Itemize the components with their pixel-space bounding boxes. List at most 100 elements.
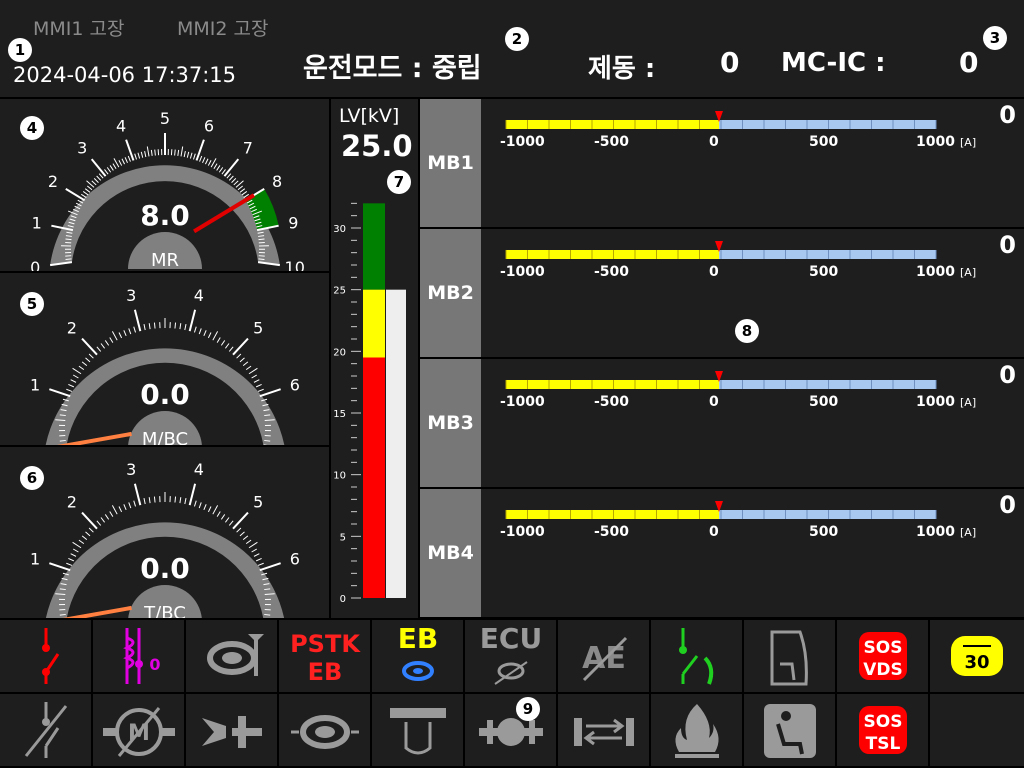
gauge-tick xyxy=(242,361,249,367)
gauge-tick xyxy=(65,258,72,261)
button-ae[interactable]: AE xyxy=(558,620,649,692)
button-text: 0 xyxy=(149,655,160,674)
gauge-tick xyxy=(224,517,230,523)
mb-scale-label: 1000 xyxy=(916,524,955,540)
gauge-tick-label: 9 xyxy=(288,214,298,233)
gauge-tick-label: 2 xyxy=(48,172,58,191)
gauge-tick-label: 4 xyxy=(116,117,126,136)
gauge-tick xyxy=(153,496,156,503)
gauge-tick xyxy=(216,511,221,517)
gauge-tick-label: 1 xyxy=(32,214,42,233)
mb-scale-label: -1000 xyxy=(500,524,545,540)
button-disconnect-icon[interactable] xyxy=(0,694,91,766)
button-speed-limit[interactable]: 30 xyxy=(930,620,1024,692)
button-switch-green-icon[interactable] xyxy=(651,620,742,692)
button-cab-icon[interactable] xyxy=(744,620,835,692)
gauge-tick xyxy=(137,152,141,159)
gauge-tick xyxy=(81,337,98,356)
motor-icon: M xyxy=(102,707,175,757)
button-eb[interactable]: EB xyxy=(372,620,463,692)
button-text: EB xyxy=(397,624,437,655)
mb-label: MB1 xyxy=(420,99,481,227)
gauge-tick xyxy=(198,328,202,335)
gauge-tick xyxy=(198,502,202,509)
button-fire-icon[interactable] xyxy=(651,694,742,766)
gauge-tick xyxy=(111,505,118,515)
gauge-tick xyxy=(87,185,93,191)
gauge-tick xyxy=(68,557,75,562)
mb-pos-bar xyxy=(719,510,936,519)
gauge-tick xyxy=(91,180,97,186)
mb-scale-label: 1000 xyxy=(916,134,955,150)
gauge-tick xyxy=(70,379,77,383)
gauge-tick xyxy=(153,322,156,329)
mb-unit: [A] xyxy=(960,266,977,279)
gauge-tick xyxy=(236,527,242,533)
gauge-tick xyxy=(84,188,91,193)
gauge-value: 8.0 xyxy=(140,199,190,232)
gauge-tick xyxy=(66,388,73,392)
gauge-tick xyxy=(93,178,99,183)
mb-scale-label: 0 xyxy=(709,134,719,150)
button-pantograph-icon[interactable] xyxy=(0,620,91,692)
button-pstk-eb[interactable]: PSTK EB xyxy=(279,620,370,692)
gauge-tick xyxy=(85,531,91,537)
gauge-tick xyxy=(90,158,107,177)
mb-scale-label: 0 xyxy=(709,394,719,410)
gauge-tick xyxy=(112,163,117,169)
gauge-tick xyxy=(221,169,226,175)
lv-scale-label: 0 xyxy=(340,594,346,605)
gauge-tick xyxy=(232,511,249,530)
button-vcb-icon[interactable]: 0 xyxy=(93,620,184,692)
gauge-tick-label: 6 xyxy=(290,375,300,394)
marker-3: 3 xyxy=(983,26,1007,50)
button-sos-tsl[interactable]: SOS TSL xyxy=(837,694,928,766)
button-sos-vds[interactable]: SOS VDS xyxy=(837,620,928,692)
gauge-tick xyxy=(121,158,126,165)
button-axle-icon[interactable] xyxy=(558,694,649,766)
disconnect-icon xyxy=(24,702,67,758)
gauge-tick xyxy=(118,332,123,339)
button-motor-icon[interactable]: M xyxy=(93,694,184,766)
axle-icon xyxy=(573,718,634,746)
gauge-tick xyxy=(207,332,212,339)
coupler-icon xyxy=(201,716,262,748)
button-compressor-icon[interactable] xyxy=(186,620,277,692)
gauge-tick xyxy=(203,330,207,337)
button-empty[interactable] xyxy=(930,694,1024,766)
button-brake-disc-icon[interactable] xyxy=(279,694,370,766)
gauge-value: 0.0 xyxy=(140,378,190,411)
mb-scale-label: -1000 xyxy=(500,134,545,150)
mb-neg-bar xyxy=(506,510,719,519)
mb-neg-bar xyxy=(506,250,719,259)
button-hand-brake-icon[interactable] xyxy=(372,694,463,766)
lv-scale-label: 20 xyxy=(333,347,346,358)
gauge-tick xyxy=(124,157,128,164)
drive-mode: 운전모드 : 중립 xyxy=(303,53,482,84)
gauge-tick xyxy=(128,502,132,509)
driver-seat-icon xyxy=(763,704,816,758)
gauge-tick xyxy=(236,353,242,359)
compressor-icon xyxy=(206,634,264,676)
gauge-tick xyxy=(223,158,240,177)
gauge-tick-label: 7 xyxy=(295,443,305,445)
button-text: SOS xyxy=(863,638,902,658)
button-gear-brake-icon[interactable] xyxy=(465,694,556,766)
gauge-tick xyxy=(143,498,146,505)
gauge-tick xyxy=(154,149,156,156)
fire-icon xyxy=(674,704,719,758)
gauge-tick xyxy=(216,337,221,343)
gauge-tick xyxy=(179,323,182,330)
gauge-tick xyxy=(204,158,209,165)
gauge-tick xyxy=(184,498,187,505)
mb-pos-bar xyxy=(719,250,936,259)
button-coupler-icon[interactable] xyxy=(186,694,277,766)
button-text: PSTK xyxy=(290,630,361,658)
button-ecu[interactable]: ECU xyxy=(465,620,556,692)
gauge-tick-label: 3 xyxy=(77,138,87,157)
button-driver-seat-icon[interactable] xyxy=(744,694,835,766)
marker-4: 4 xyxy=(20,116,44,140)
gauge-tick xyxy=(49,388,71,398)
mb-scale-label: 500 xyxy=(809,524,839,540)
gauge-tick xyxy=(150,149,153,156)
